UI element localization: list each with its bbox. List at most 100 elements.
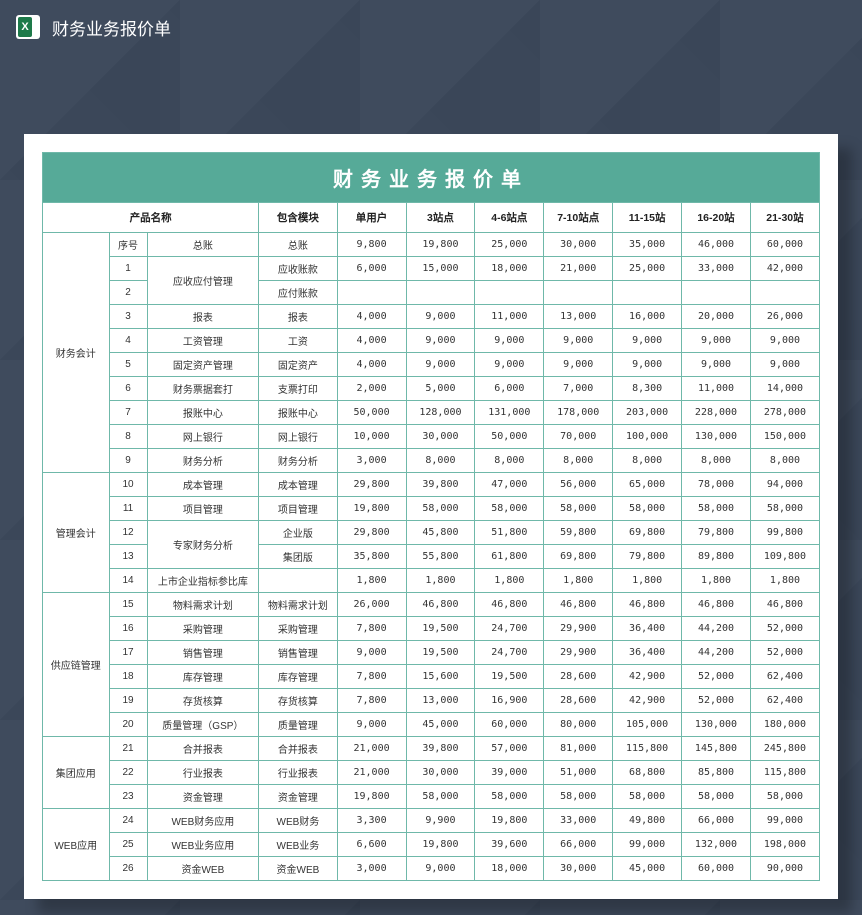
value-cell: 13,000 [544,305,613,329]
value-cell: 50,000 [337,401,406,425]
table-row: 9财务分析财务分析3,0008,0008,0008,0008,0008,0008… [43,449,820,473]
value-cell: 59,800 [544,521,613,545]
value-cell [406,281,475,305]
value-cell: 18,000 [475,257,544,281]
name-cell: 固定资产管理 [147,353,259,377]
value-cell: 99,000 [613,833,682,857]
value-cell: 58,000 [613,785,682,809]
value-cell: 9,000 [406,305,475,329]
seq-cell: 9 [109,449,147,473]
value-cell: 8,000 [406,449,475,473]
value-cell: 25,000 [475,233,544,257]
value-cell: 11,000 [475,305,544,329]
module-cell: 报账中心 [259,401,337,425]
value-cell: 9,000 [750,329,819,353]
seq-cell: 16 [109,617,147,641]
name-cell: 报表 [147,305,259,329]
seq-cell: 10 [109,473,147,497]
table-row: 11项目管理项目管理19,80058,00058,00058,00058,000… [43,497,820,521]
value-cell: 58,000 [613,497,682,521]
value-cell: 3,000 [337,857,406,881]
value-cell: 6,600 [337,833,406,857]
table-row: 17销售管理销售管理9,00019,50024,70029,90036,4004… [43,641,820,665]
value-cell: 79,800 [613,545,682,569]
seq-cell: 11 [109,497,147,521]
value-cell: 130,000 [682,713,751,737]
name-cell: 库存管理 [147,665,259,689]
value-cell: 1,800 [406,569,475,593]
name-cell: 网上银行 [147,425,259,449]
value-cell: 46,000 [682,233,751,257]
value-cell: 42,000 [750,257,819,281]
seq-cell: 18 [109,665,147,689]
value-cell: 9,000 [406,329,475,353]
value-cell: 61,800 [475,545,544,569]
value-cell: 2,000 [337,377,406,401]
value-cell: 51,000 [544,761,613,785]
value-cell: 46,800 [406,593,475,617]
value-cell: 30,000 [544,233,613,257]
name-cell: 资金管理 [147,785,259,809]
value-cell: 4,000 [337,353,406,377]
value-cell: 3,000 [337,449,406,473]
value-cell: 15,600 [406,665,475,689]
value-cell: 26,000 [337,593,406,617]
module-cell: 行业报表 [259,761,337,785]
module-cell: 报表 [259,305,337,329]
module-cell: 应付账款 [259,281,337,305]
value-cell: 11,000 [682,377,751,401]
value-cell: 9,000 [475,329,544,353]
value-cell: 58,000 [544,497,613,521]
value-cell: 9,000 [682,353,751,377]
value-cell: 19,500 [475,665,544,689]
module-cell: WEB业务 [259,833,337,857]
value-cell: 9,000 [406,353,475,377]
module-cell: 应收账款 [259,257,337,281]
col-val-5: 16-20站 [682,203,751,233]
value-cell: 100,000 [613,425,682,449]
table-row: WEB应用24WEB财务应用WEB财务3,3009,90019,80033,00… [43,809,820,833]
table-row: 8网上银行网上银行10,00030,00050,00070,000100,000… [43,425,820,449]
value-cell: 94,000 [750,473,819,497]
value-cell: 46,800 [475,593,544,617]
seq-cell: 12 [109,521,147,545]
value-cell: 46,800 [544,593,613,617]
table-row: 5固定资产管理固定资产4,0009,0009,0009,0009,0009,00… [43,353,820,377]
module-cell: 质量管理 [259,713,337,737]
name-cell: WEB财务应用 [147,809,259,833]
value-cell: 3,300 [337,809,406,833]
value-cell: 9,000 [337,713,406,737]
name-cell: 行业报表 [147,761,259,785]
value-cell: 39,600 [475,833,544,857]
value-cell: 9,000 [544,329,613,353]
value-cell: 131,000 [475,401,544,425]
module-cell: 资金WEB [259,857,337,881]
table-row: 26资金WEB资金WEB3,0009,00018,00030,00045,000… [43,857,820,881]
quote-table: 财务业务报价单 产品名称 包含模块 单用户 3站点 4-6站点 7-10站点 1… [42,152,820,881]
value-cell: 9,900 [406,809,475,833]
value-cell: 39,800 [406,473,475,497]
table-body: 财务会计序号总账总账9,80019,80025,00030,00035,0004… [43,233,820,881]
header-row: 产品名称 包含模块 单用户 3站点 4-6站点 7-10站点 11-15站 16… [43,203,820,233]
table-row: 23资金管理资金管理19,80058,00058,00058,00058,000… [43,785,820,809]
value-cell: 278,000 [750,401,819,425]
value-cell: 70,000 [544,425,613,449]
value-cell: 66,000 [682,809,751,833]
value-cell: 1,800 [544,569,613,593]
topbar-title: 财务业务报价单 [52,15,171,40]
seq-cell: 21 [109,737,147,761]
value-cell: 228,000 [682,401,751,425]
col-val-3: 7-10站点 [544,203,613,233]
value-cell [613,281,682,305]
name-cell: 财务分析 [147,449,259,473]
seq-cell: 2 [109,281,147,305]
seq-cell: 13 [109,545,147,569]
value-cell: 28,600 [544,665,613,689]
module-cell: 销售管理 [259,641,337,665]
value-cell: 29,800 [337,521,406,545]
table-row: 25WEB业务应用WEB业务6,60019,80039,60066,00099,… [43,833,820,857]
value-cell: 178,000 [544,401,613,425]
value-cell: 24,700 [475,617,544,641]
value-cell: 56,000 [544,473,613,497]
value-cell: 47,000 [475,473,544,497]
